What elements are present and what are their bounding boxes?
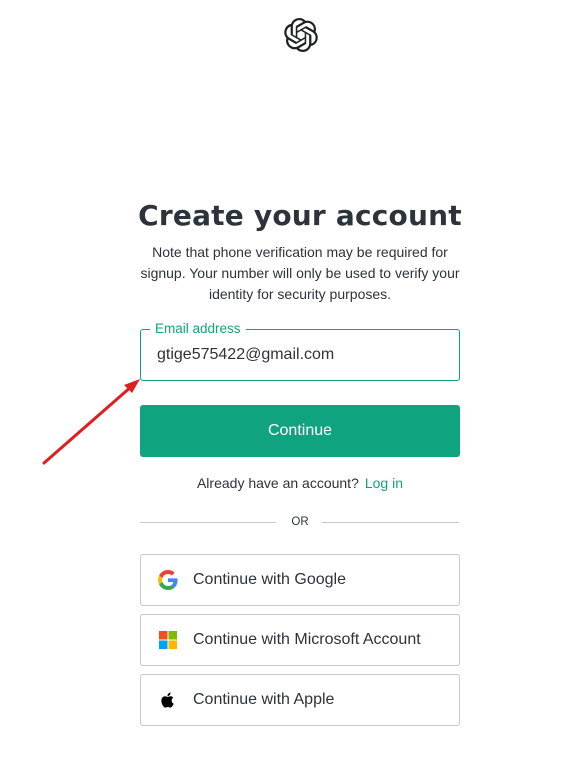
login-prompt-text: Already have an account? xyxy=(196,475,359,491)
continue-with-google-button[interactable]: Continue with Google xyxy=(140,554,460,606)
social-button-label: Continue with Apple xyxy=(193,691,335,708)
divider-or: OR xyxy=(291,516,309,528)
email-field-label: Email address xyxy=(150,320,246,338)
openai-logo-icon xyxy=(284,18,318,52)
page-title: Create your account xyxy=(138,199,462,232)
google-icon xyxy=(158,570,178,590)
divider-line-right xyxy=(322,522,459,523)
email-input[interactable] xyxy=(157,344,447,366)
divider-line-left xyxy=(140,522,276,523)
annotation-arrow-head xyxy=(124,379,140,393)
continue-with-microsoft-button[interactable]: Continue with Microsoft Account xyxy=(140,614,460,666)
apple-icon xyxy=(161,692,174,708)
login-link[interactable]: Log in xyxy=(365,475,403,491)
email-field[interactable]: Email address xyxy=(140,320,460,381)
phone-verification-note: Note that phone verification may be requ… xyxy=(140,244,460,302)
social-button-label: Continue with Microsoft Account xyxy=(193,631,421,648)
continue-button[interactable]: Continue xyxy=(140,405,460,457)
social-button-label: Continue with Google xyxy=(193,571,346,588)
annotation-arrow-shaft xyxy=(42,384,134,465)
microsoft-icon xyxy=(158,630,178,650)
login-prompt: Already have an account? Log in xyxy=(140,474,460,492)
continue-with-apple-button[interactable]: Continue with Apple xyxy=(140,674,460,726)
